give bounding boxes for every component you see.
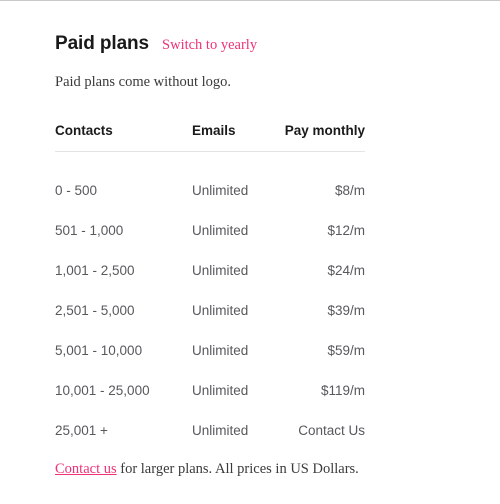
- cell-emails: Unlimited: [192, 382, 249, 398]
- table-header-row: Contacts Emails Pay monthly: [55, 123, 365, 152]
- table-row: 1,001 - 2,500 Unlimited $24/m: [55, 250, 365, 290]
- cell-price: $59/m: [327, 342, 365, 358]
- cell-contacts: 2,501 - 5,000: [55, 302, 135, 318]
- paid-plans-panel: Paid plans Switch to yearly Paid plans c…: [0, 0, 500, 504]
- heading-row: Paid plans Switch to yearly: [55, 33, 257, 55]
- contact-us-link[interactable]: Contact us: [55, 461, 117, 477]
- cell-emails: Unlimited: [192, 262, 249, 278]
- cell-emails: Unlimited: [192, 342, 249, 358]
- table-body: 0 - 500 Unlimited $8/m 501 - 1,000 Unlimited…: [55, 152, 365, 451]
- cell-price: $8/m: [334, 182, 365, 198]
- cell-contacts: 0 - 500: [55, 182, 98, 198]
- cell-emails: Unlimited: [192, 182, 249, 198]
- table-row: 10,001 - 25,000 Unlimited $119/m: [55, 370, 365, 410]
- column-header-emails: Emails: [192, 123, 282, 152]
- footer-note-text: for larger plans. All prices in US Dolla…: [116, 461, 359, 477]
- table-row: 501 - 1,000 Unlimited $12/m: [55, 210, 365, 250]
- switch-to-yearly-link[interactable]: Switch to yearly: [162, 37, 257, 54]
- column-header-pay-monthly: Pay monthly: [282, 123, 365, 152]
- cell-contacts: 501 - 1,000: [55, 222, 124, 238]
- footer-note: Contact us for larger plans. All prices …: [55, 461, 359, 478]
- cell-contacts: 1,001 - 2,500: [55, 262, 135, 278]
- table-row: 2,501 - 5,000 Unlimited $39/m: [55, 290, 365, 330]
- cell-contacts: 5,001 - 10,000: [55, 342, 143, 358]
- cell-price: $39/m: [327, 302, 365, 318]
- table-row: 5,001 - 10,000 Unlimited $59/m: [55, 330, 365, 370]
- cell-contacts: 10,001 - 25,000: [55, 382, 150, 398]
- cell-emails: Unlimited: [192, 422, 249, 438]
- page-title: Paid plans: [55, 33, 150, 54]
- pricing-table: Contacts Emails Pay monthly 0 - 500 Unlim…: [55, 123, 365, 450]
- cell-price: $24/m: [327, 262, 365, 278]
- table-row: 0 - 500 Unlimited $8/m: [55, 152, 365, 211]
- top-divider: [0, 0, 500, 1]
- cell-emails: Unlimited: [192, 222, 249, 238]
- cell-price: Contact Us: [298, 422, 365, 438]
- cell-price: $12/m: [327, 222, 365, 238]
- cell-emails: Unlimited: [192, 302, 249, 318]
- page-subtitle: Paid plans come without logo.: [55, 74, 231, 90]
- table-row: 25,001 + Unlimited Contact Us: [55, 410, 365, 450]
- table-header: Contacts Emails Pay monthly: [55, 123, 365, 152]
- cell-contacts: 25,001 +: [55, 422, 108, 438]
- column-header-contacts: Contacts: [55, 123, 192, 152]
- cell-price: $119/m: [320, 382, 365, 398]
